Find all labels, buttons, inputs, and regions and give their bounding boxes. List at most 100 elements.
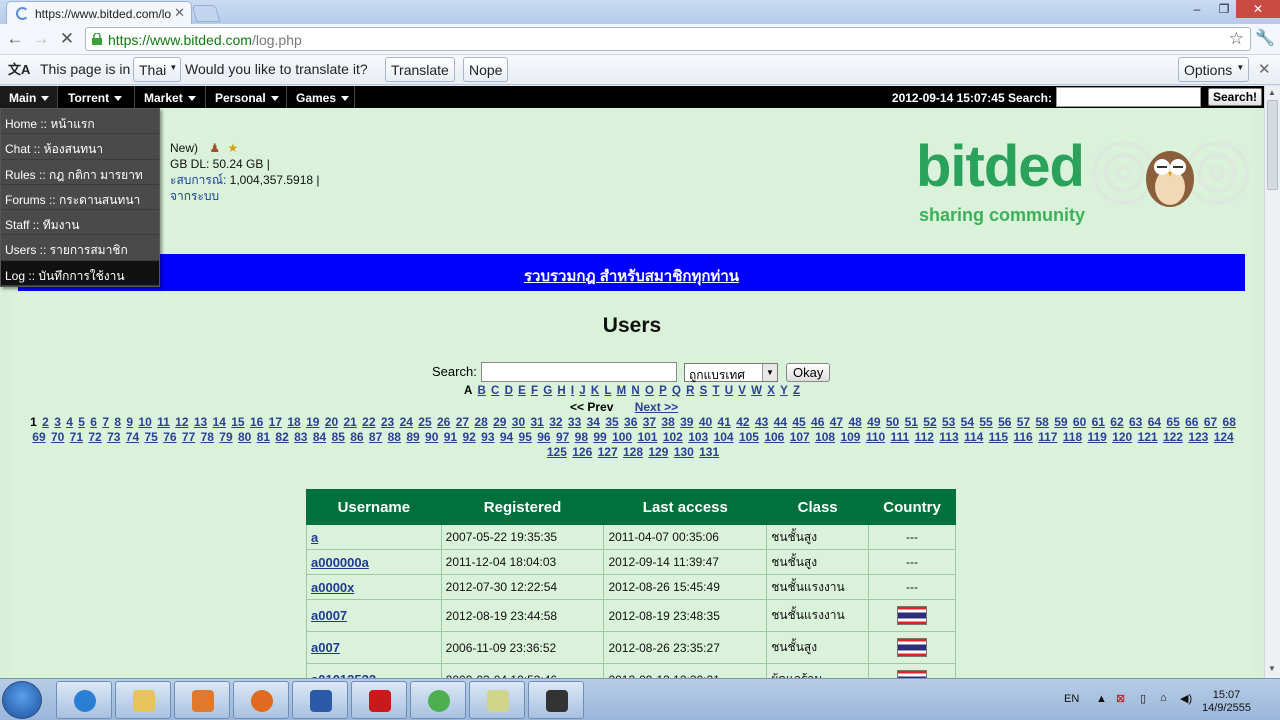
- dropdown-item-chat[interactable]: Chat :: ห้องสนทนา: [1, 134, 159, 160]
- page-number-link[interactable]: 36: [624, 415, 637, 429]
- scroll-up-icon[interactable]: ▲: [1268, 88, 1276, 97]
- letter-filter-link[interactable]: B: [478, 385, 486, 397]
- menu-market[interactable]: Market: [135, 86, 206, 108]
- language-indicator[interactable]: EN: [1064, 693, 1079, 705]
- page-number-link[interactable]: 110: [866, 430, 885, 444]
- page-number-link[interactable]: 77: [182, 430, 195, 444]
- page-number-link[interactable]: 128: [623, 445, 643, 459]
- page-number-link[interactable]: 92: [462, 430, 475, 444]
- page-number-link[interactable]: 22: [362, 415, 375, 429]
- page-number-link[interactable]: 30: [512, 415, 525, 429]
- page-number-link[interactable]: 59: [1054, 415, 1067, 429]
- minimize-button[interactable]: –: [1184, 0, 1210, 18]
- page-number-link[interactable]: 120: [1112, 430, 1132, 444]
- page-number-link[interactable]: 74: [126, 430, 139, 444]
- page-number-link[interactable]: 13: [194, 415, 207, 429]
- user-search-input[interactable]: [481, 362, 677, 382]
- page-number-link[interactable]: 6: [90, 415, 97, 429]
- site-search-button[interactable]: Search!: [1208, 88, 1263, 106]
- page-number-link[interactable]: 88: [388, 430, 401, 444]
- page-number-link[interactable]: 104: [714, 430, 734, 444]
- page-number-link[interactable]: 79: [219, 430, 232, 444]
- okay-button[interactable]: Okay: [786, 363, 831, 382]
- letter-filter-link[interactable]: C: [491, 385, 499, 397]
- page-number-link[interactable]: 101: [637, 430, 657, 444]
- page-number-link[interactable]: 121: [1138, 430, 1158, 444]
- page-number-link[interactable]: 126: [572, 445, 592, 459]
- page-number-link[interactable]: 57: [1017, 415, 1030, 429]
- page-number-link[interactable]: 64: [1148, 415, 1161, 429]
- page-number-link[interactable]: 58: [1035, 415, 1048, 429]
- letter-filter-link[interactable]: P: [659, 385, 667, 397]
- dropdown-item-home[interactable]: Home :: หน้าแรก: [1, 109, 159, 135]
- letter-filter-link[interactable]: F: [531, 385, 538, 397]
- letter-filter-link[interactable]: E: [518, 385, 526, 397]
- letter-filter-link[interactable]: L: [604, 385, 611, 397]
- page-number-link[interactable]: 11: [157, 415, 170, 429]
- page-number-link[interactable]: 32: [549, 415, 562, 429]
- letter-filter-link[interactable]: D: [505, 385, 513, 397]
- page-number-link[interactable]: 17: [269, 415, 282, 429]
- page-number-link[interactable]: 111: [891, 430, 910, 444]
- taskbar-app-ie[interactable]: [56, 681, 112, 719]
- page-number-link[interactable]: 72: [88, 430, 101, 444]
- page-number-link[interactable]: 81: [257, 430, 270, 444]
- taskbar-app-acrobat[interactable]: [351, 681, 407, 719]
- dropdown-item-rules[interactable]: Rules :: กฎ กติกา มารยาท: [1, 159, 159, 185]
- page-number-link[interactable]: 113: [939, 430, 958, 444]
- scroll-thumb[interactable]: [1267, 100, 1278, 190]
- page-number-link[interactable]: 56: [998, 415, 1011, 429]
- letter-filter-link[interactable]: V: [738, 385, 746, 397]
- page-number-link[interactable]: 119: [1087, 430, 1106, 444]
- page-number-link[interactable]: 93: [481, 430, 494, 444]
- page-number-link[interactable]: 105: [739, 430, 759, 444]
- page-number-link[interactable]: 83: [294, 430, 307, 444]
- letter-filter-link[interactable]: O: [645, 385, 654, 397]
- page-number-link[interactable]: 84: [313, 430, 326, 444]
- page-number-link[interactable]: 67: [1204, 415, 1217, 429]
- nope-button[interactable]: Nope: [463, 57, 509, 82]
- username-link[interactable]: a0000x: [306, 574, 442, 600]
- site-search-input[interactable]: [1056, 87, 1201, 107]
- page-number-link[interactable]: 65: [1166, 415, 1179, 429]
- letter-filter-link[interactable]: J: [579, 385, 585, 397]
- dropdown-item-staff[interactable]: Staff :: ทีมงาน: [1, 210, 159, 236]
- page-number-link[interactable]: 55: [979, 415, 992, 429]
- page-number-link[interactable]: 94: [500, 430, 513, 444]
- page-number-link[interactable]: 66: [1185, 415, 1198, 429]
- username-link[interactable]: a000000a: [306, 549, 442, 575]
- page-number-link[interactable]: 80: [238, 430, 251, 444]
- page-number-link[interactable]: 15: [231, 415, 244, 429]
- page-number-link[interactable]: 27: [456, 415, 469, 429]
- start-button[interactable]: [2, 681, 42, 719]
- letter-filter-link[interactable]: X: [767, 385, 775, 397]
- username-link[interactable]: a: [306, 524, 442, 550]
- page-number-link[interactable]: 118: [1063, 430, 1082, 444]
- taskbar-app-chrome[interactable]: [410, 681, 466, 719]
- taskbar-app-explorer[interactable]: [115, 681, 171, 719]
- page-number-link[interactable]: 116: [1013, 430, 1032, 444]
- page-number-link[interactable]: 131: [699, 445, 719, 459]
- close-tab-icon[interactable]: ✕: [174, 5, 185, 21]
- page-number-link[interactable]: 8: [114, 415, 121, 429]
- page-number-link[interactable]: 14: [213, 415, 226, 429]
- taskbar-app-camera[interactable]: [528, 681, 584, 719]
- page-number-link[interactable]: 124: [1214, 430, 1234, 444]
- page-number-link[interactable]: 108: [815, 430, 835, 444]
- page-number-link[interactable]: 107: [790, 430, 810, 444]
- page-number-link[interactable]: 28: [474, 415, 487, 429]
- dropdown-item-forums[interactable]: Forums :: กระดานสนทนา: [1, 184, 159, 211]
- page-number-link[interactable]: 50: [886, 415, 899, 429]
- letter-filter-link[interactable]: K: [591, 385, 599, 397]
- page-number-link[interactable]: 19: [306, 415, 319, 429]
- page-number-link[interactable]: 99: [593, 430, 606, 444]
- close-translate-icon[interactable]: ✕: [1258, 60, 1271, 78]
- column-header[interactable]: Username: [306, 489, 442, 525]
- page-number-link[interactable]: 78: [201, 430, 214, 444]
- page-number-link[interactable]: 42: [736, 415, 749, 429]
- page-number-link[interactable]: 69: [32, 430, 45, 444]
- tray-expand-icon[interactable]: ▲: [1096, 693, 1107, 705]
- battery-icon[interactable]: ▯: [1140, 692, 1146, 705]
- language-select[interactable]: Thai ▼: [133, 57, 182, 82]
- page-number-link[interactable]: 52: [923, 415, 936, 429]
